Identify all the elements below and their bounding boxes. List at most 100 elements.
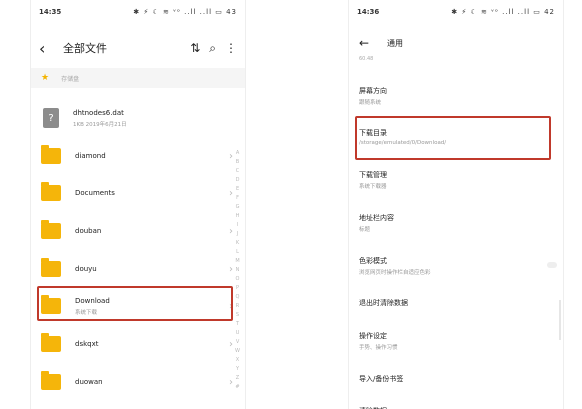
alphabet-letter[interactable]: V: [236, 339, 239, 345]
sort-icon[interactable]: ⇅: [190, 41, 200, 56]
folder-icon: [41, 182, 61, 201]
status-time: 14:36: [357, 8, 380, 16]
alphabet-letter[interactable]: B: [236, 159, 239, 165]
more-vert-icon[interactable]: ⋮: [225, 41, 237, 56]
file-text: dskqxt: [75, 340, 98, 348]
alphabet-letter[interactable]: K: [236, 240, 239, 246]
file-name: duowan: [75, 378, 103, 386]
breadcrumb-label[interactable]: 存储盘: [61, 74, 79, 83]
setting-item[interactable]: 色彩模式浏览网页时操作栏自适应色彩: [359, 256, 553, 276]
setting-item[interactable]: 退出时清除数据: [359, 298, 553, 308]
folder-icon: [41, 145, 61, 164]
file-name: diamond: [75, 152, 106, 160]
back-arrow-icon[interactable]: ←: [359, 36, 375, 50]
file-manager-header: ‹ 全部文件 ⇅ ⌕ ⋮: [31, 34, 245, 62]
unknown-file-icon: ?: [43, 108, 59, 128]
status-bar: 14:35 ✱ ⚡ ☾ ≋ ᵛᵒ ..ll ..ll ▭ 43: [31, 0, 245, 24]
folder-icon: [41, 333, 61, 352]
breadcrumb: ★ 存储盘: [31, 68, 245, 88]
file-row[interactable]: duowan ›: [31, 364, 245, 400]
setting-item[interactable]: 操作设定 手势、操作习惯: [359, 331, 553, 351]
file-row[interactable]: Documents ›: [31, 175, 245, 211]
alphabet-letter[interactable]: P: [236, 285, 239, 291]
file-text: diamond: [75, 152, 106, 160]
file-name: douyu: [75, 265, 97, 273]
browser-settings-screen: 14:36 ✱ ⚡ ☾ ≋ ᵛᵒ ..ll ..ll ▭ 42 ← 通用 60.…: [348, 0, 564, 409]
alphabet-index[interactable]: A B C D E F G H I J K L M N O P Q R S T U V W X Y Z #: [235, 150, 240, 390]
alphabet-letter[interactable]: A: [236, 150, 239, 156]
folder-icon: [41, 220, 61, 239]
alphabet-letter[interactable]: M: [235, 258, 239, 264]
back-arrow-icon[interactable]: ‹: [39, 39, 55, 58]
alphabet-letter[interactable]: Y: [236, 366, 239, 372]
alphabet-letter[interactable]: I: [237, 222, 238, 228]
file-name: Documents: [75, 189, 115, 197]
chevron-right-icon: ›: [229, 338, 233, 350]
setting-title: 导入/备份书签: [359, 375, 404, 383]
setting-title: 色彩模式: [359, 257, 387, 265]
search-icon[interactable]: ⌕: [209, 41, 216, 56]
alphabet-letter[interactable]: S: [236, 312, 239, 318]
chevron-right-icon: ›: [229, 225, 233, 237]
alphabet-letter[interactable]: Z: [236, 375, 239, 381]
alphabet-letter[interactable]: X: [236, 357, 239, 363]
file-row[interactable]: douyu ›: [31, 251, 245, 287]
alphabet-letter[interactable]: E: [236, 186, 239, 192]
file-subtitle: 1KB 2019年6月21日: [73, 121, 127, 128]
file-manager-screen: 14:35 ✱ ⚡ ☾ ≋ ᵛᵒ ..ll ..ll ▭ 43 ‹ 全部文件 ⇅…: [30, 0, 246, 409]
alphabet-letter[interactable]: R: [236, 303, 239, 309]
file-row[interactable]: diamond ›: [31, 138, 245, 174]
folder-icon: [41, 258, 61, 277]
color-mode-toggle[interactable]: [547, 262, 557, 268]
chevron-right-icon: ›: [229, 376, 233, 388]
file-row[interactable]: ? dhtnodes6.dat 1KB 2019年6月21日: [31, 100, 245, 136]
file-row[interactable]: douban ›: [31, 213, 245, 249]
download-folder-highlight: [37, 286, 233, 321]
setting-title: 下载管理: [359, 171, 387, 179]
file-text: dhtnodes6.dat 1KB 2019年6月21日: [73, 109, 127, 128]
file-text: douyu: [75, 265, 97, 273]
alphabet-letter[interactable]: D: [236, 177, 240, 183]
file-text: douban: [75, 227, 101, 235]
alphabet-letter[interactable]: G: [236, 204, 240, 210]
setting-title: 屏幕方向: [359, 87, 387, 95]
setting-subtitle: 系统下载器: [359, 184, 387, 190]
alphabet-letter[interactable]: Q: [236, 294, 240, 300]
alphabet-letter[interactable]: T: [236, 321, 239, 327]
alphabet-letter[interactable]: U: [236, 330, 240, 336]
header-actions: ⇅ ⌕ ⋮: [190, 41, 237, 56]
file-text: Documents: [75, 189, 115, 197]
scrollbar[interactable]: [559, 300, 561, 340]
setting-subtitle: 浏览网页时操作栏自适应色彩: [359, 270, 431, 276]
star-icon[interactable]: ★: [41, 73, 49, 83]
setting-item[interactable]: 下载管理 系统下载器: [359, 170, 553, 190]
status-time: 14:35: [39, 8, 62, 16]
alphabet-letter[interactable]: F: [236, 195, 239, 201]
alphabet-letter[interactable]: O: [236, 276, 240, 282]
alphabet-letter[interactable]: L: [236, 249, 239, 255]
setting-item[interactable]: 导入/备份书签: [359, 374, 553, 384]
download-directory-highlight: [355, 116, 551, 160]
alphabet-letter[interactable]: N: [236, 267, 240, 273]
setting-item[interactable]: 地址栏内容 标题: [359, 213, 553, 233]
alphabet-letter[interactable]: H: [236, 213, 240, 219]
alphabet-letter[interactable]: C: [236, 168, 240, 174]
alphabet-letter[interactable]: #: [235, 384, 239, 390]
alphabet-letter[interactable]: J: [237, 231, 238, 237]
setting-title: 操作设定: [359, 332, 387, 340]
file-name: douban: [75, 227, 102, 235]
file-text: duowan: [75, 378, 103, 386]
settings-header: ← 通用: [349, 30, 563, 56]
page-title: 通用: [387, 38, 403, 48]
status-icons: ✱ ⚡ ☾ ≋ ᵛᵒ ..ll ..ll ▭ 43: [133, 8, 237, 16]
setting-item[interactable]: 屏幕方向 跟随系统: [359, 86, 553, 106]
setting-title: 地址栏内容: [359, 214, 394, 222]
chevron-right-icon: ›: [229, 263, 233, 275]
partial-value: 60.48: [359, 56, 374, 62]
setting-subtitle: 标题: [359, 227, 371, 233]
file-row[interactable]: dskqxt ›: [31, 326, 245, 362]
status-icons: ✱ ⚡ ☾ ≋ ᵛᵒ ..ll ..ll ▭ 42: [451, 8, 555, 16]
chevron-right-icon: ›: [229, 187, 233, 199]
chevron-right-icon: ›: [229, 150, 233, 162]
alphabet-letter[interactable]: W: [235, 348, 240, 354]
